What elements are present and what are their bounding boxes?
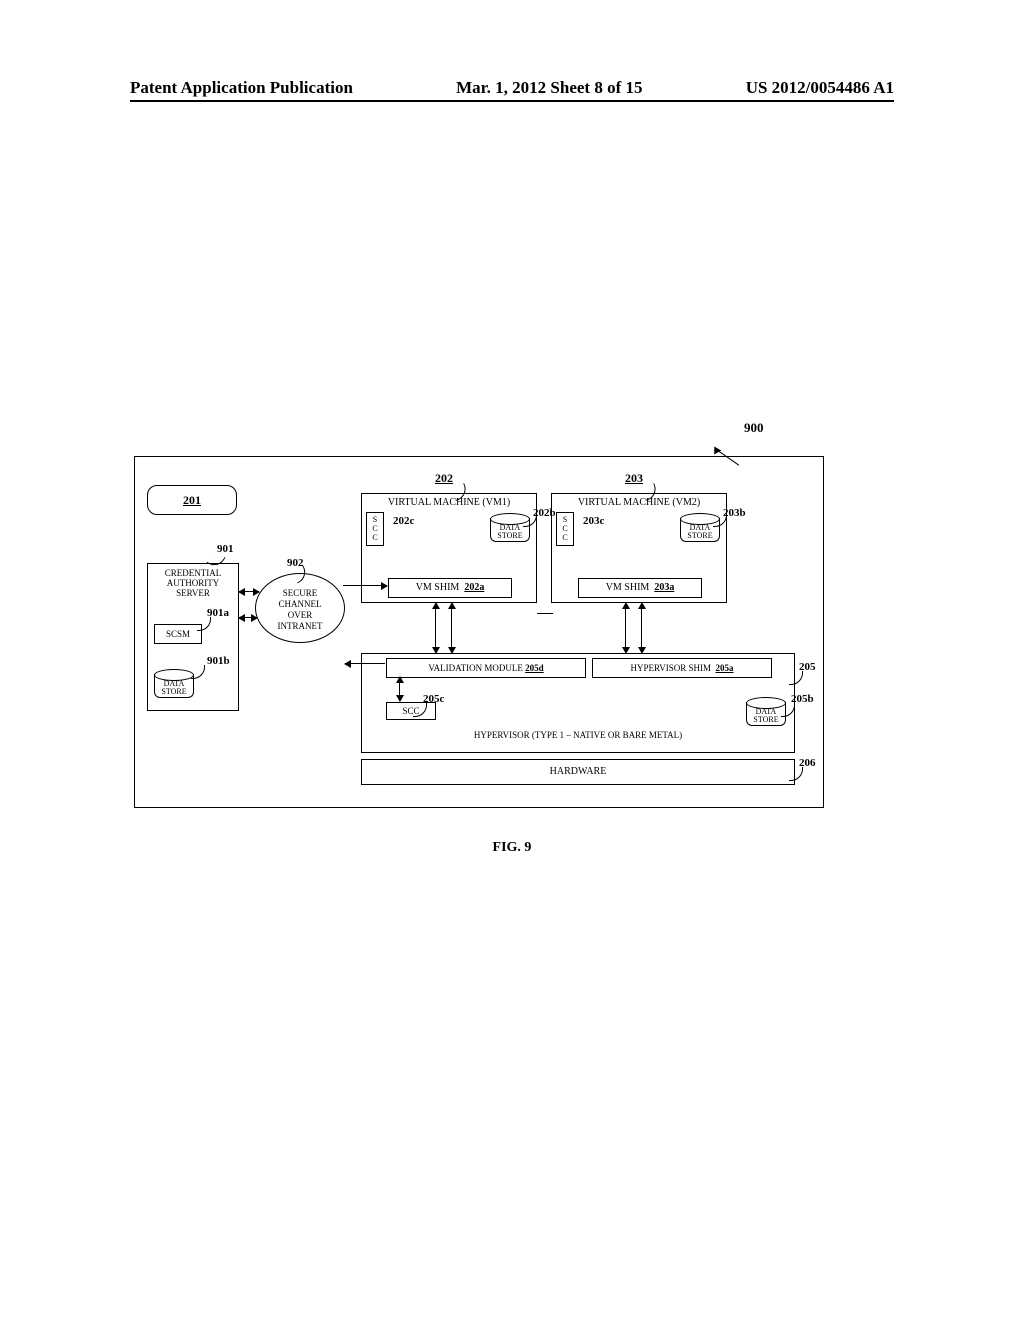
credential-authority-server: CREDENTIAL AUTHORITY SERVER SCSM DATA ST… (147, 563, 239, 711)
hardware-box: HARDWARE (361, 759, 795, 785)
ref-203-top: 203 (625, 471, 643, 486)
arrow-ellipse-hyp (345, 663, 385, 664)
system-boundary: 201 202 203 VIRTUAL MACHINE (VM1) S C C … (134, 456, 824, 808)
header-rule (130, 100, 894, 102)
vm2-scc: S C C (556, 512, 574, 546)
hypervisor-shim: HYPERVISOR SHIM 205a (592, 658, 772, 678)
scsm-box: SCSM (154, 624, 202, 644)
hypervisor-label: HYPERVISOR (TYPE 1 – NATIVE OR BARE META… (362, 730, 794, 740)
header-center: Mar. 1, 2012 Sheet 8 of 15 (456, 78, 642, 98)
vm1-title: VIRTUAL MACHINE (VM1) (362, 494, 536, 508)
ref-203a-inline: 203a (654, 582, 674, 593)
header-right: US 2012/0054486 A1 (746, 78, 894, 98)
leader-206 (789, 767, 803, 781)
ref-205d-inline: 205d (525, 663, 544, 673)
vm1-shim-label: VM SHIM (416, 582, 460, 593)
hypervisor-shim-label: HYPERVISOR SHIM (630, 663, 711, 673)
arrow-vm2-hyp-a (625, 603, 626, 653)
vm2-title: VIRTUAL MACHINE (VM2) (552, 494, 726, 508)
box-201: 201 (147, 485, 237, 515)
arrow-ellipse-vm1 (343, 585, 387, 586)
hypervisor-data-store: DATA STORE (746, 702, 786, 726)
ref-901b: 901b (207, 655, 230, 667)
vm1-shim: VM SHIM 202a (388, 578, 512, 598)
conn-vm-between (537, 613, 553, 614)
page-header: Patent Application Publication Mar. 1, 2… (0, 78, 1024, 98)
vm2-shim: VM SHIM 203a (578, 578, 702, 598)
arrow-vm1-hyp-a (435, 603, 436, 653)
ref-203c: 203c (583, 515, 604, 527)
vm2-shim-label: VM SHIM (606, 582, 650, 593)
arrow-cred-ellipse-2 (239, 617, 257, 618)
leader-205 (789, 671, 803, 685)
ref-205a-inline: 205a (716, 663, 734, 673)
cred-data-store: DATA STORE (154, 674, 194, 698)
ref-900: 900 (744, 420, 764, 436)
validation-module: VALIDATION MODULE 205d (386, 658, 586, 678)
vm2-box: VIRTUAL MACHINE (VM2) S C C DATA STORE V… (551, 493, 727, 603)
header-left: Patent Application Publication (130, 78, 353, 98)
ref-202c: 202c (393, 515, 414, 527)
figure-label: FIG. 9 (0, 840, 1024, 856)
arrow-vm1-hyp-b (451, 603, 452, 653)
ref-202-top: 202 (435, 471, 453, 486)
vm1-scc: S C C (366, 512, 384, 546)
cred-title: CREDENTIAL AUTHORITY SERVER (148, 568, 238, 598)
arrow-cred-ellipse-1 (239, 591, 259, 592)
ref-202a-inline: 202a (464, 582, 484, 593)
arrow-vm2-hyp-b (641, 603, 642, 653)
validation-module-label: VALIDATION MODULE (428, 663, 523, 673)
secure-channel-ellipse: SECURE CHANNEL OVER INTRANET (255, 573, 345, 643)
figure-9-diagram: 900 201 202 203 VIRTUAL MACHINE (VM1) S … (134, 420, 824, 808)
arrow-scc-val (399, 677, 400, 701)
